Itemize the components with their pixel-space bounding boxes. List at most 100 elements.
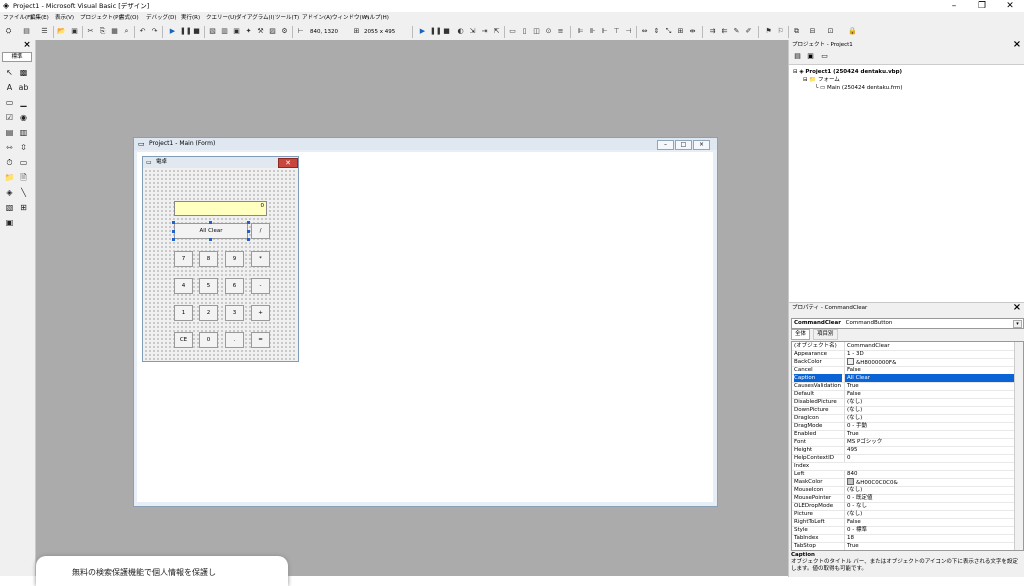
align-center-icon[interactable]: ⊪ [588,27,597,36]
forms-folder-node[interactable]: ⊟ 📁 フォーム [803,76,840,84]
textbox-icon[interactable]: ab [18,82,29,93]
property-value[interactable]: True [844,542,1015,550]
pointer-icon[interactable]: ↖ [4,67,15,78]
center-dropdown-icon[interactable]: ⊡ [826,27,835,36]
tab-alphabetic[interactable]: 全体 [791,329,811,340]
calc-close-icon[interactable]: ✕ [278,158,298,168]
seven-button[interactable]: 7 [174,251,193,267]
property-row[interactable]: TabStop True [792,542,1015,550]
menu-debug[interactable]: デバッグ(D) [146,14,177,22]
watch-icon[interactable]: ◫ [532,27,541,36]
start-icon[interactable]: ▶ [168,27,177,36]
nine-button[interactable]: 9 [225,251,244,267]
property-value[interactable]: (なし) [844,398,1015,406]
minus-button[interactable]: - [251,278,270,294]
property-value[interactable]: (なし) [844,414,1015,422]
menu-diagram[interactable]: ダイアグラム(I) [236,14,274,22]
properties-close-icon[interactable]: × [1012,303,1022,313]
menu-addins[interactable]: アドイン(A) [302,14,332,22]
break-icon[interactable]: ❚❚ [180,27,192,36]
paste-icon[interactable]: ▦ [110,27,119,36]
find-icon[interactable]: ⌕ [122,27,131,36]
menu-project[interactable]: プロジェクト(P) [80,14,121,22]
listbox-icon[interactable]: ▥ [18,127,29,138]
divide-button[interactable]: / [251,223,270,239]
uncomment-icon[interactable]: ✐ [744,27,753,36]
calculator-form[interactable]: ▭ 電卓 ✕ 0 All Clear / 7 8 9 * 4 5 6 - 1 2… [142,156,299,362]
property-value[interactable]: 0 - 標準 [844,526,1015,534]
undo-icon[interactable]: ↶ [138,27,147,36]
toggle-breakpoint-icon[interactable]: ◐ [456,27,465,36]
notification-popup[interactable]: 無料の検索保護機能で個人情報を保護し [36,556,288,586]
align-dropdown-icon[interactable]: ⊟ [808,27,817,36]
four-button[interactable]: 4 [174,278,193,294]
menu-query[interactable]: クエリー(U) [206,14,236,22]
combobox-icon[interactable]: ▤ [4,127,15,138]
property-value[interactable]: MS Pゴシック [844,438,1015,446]
menu-format[interactable]: 書式(O) [119,14,139,22]
property-value[interactable]: 1 - 3D [844,350,1015,358]
menu-run[interactable]: 実行(R) [181,14,200,22]
lock-controls-icon[interactable]: 🔒 [848,27,857,36]
same-size-icon[interactable]: ⤡ [664,27,673,36]
shape-icon[interactable]: ◈ [4,187,15,198]
immediate-icon[interactable]: ▯ [520,27,529,36]
debug-end-icon[interactable]: ■ [442,27,451,36]
ole-icon[interactable]: ▣ [4,217,15,228]
project-node[interactable]: ⊟ ◈ Project1 (250424 dentaku.vbp) [793,68,902,76]
property-value[interactable]: CommandClear [844,342,1015,350]
timer-icon[interactable]: ⏱ [4,157,15,168]
component-manager-icon[interactable]: ⚙ [280,27,289,36]
designer-maximize-icon[interactable]: □ [675,140,692,150]
grid-align-icon[interactable]: ⊞ [676,27,685,36]
dot-button[interactable]: . [225,332,244,348]
project-explorer-icon[interactable]: ▧ [208,27,217,36]
property-value[interactable]: 495 [844,446,1015,454]
object-selector[interactable]: CommandClear CommandButton ▾ [791,318,1024,329]
toggle-folders-icon[interactable]: ▭ [820,52,829,61]
end-icon[interactable]: ■ [192,27,201,36]
property-value[interactable]: 0 - なし [844,502,1015,510]
step-into-icon[interactable]: ⇲ [468,27,477,36]
image-icon[interactable]: ▧ [4,202,15,213]
debug-break-icon[interactable]: ❚❚ [430,27,442,36]
bookmark-icon[interactable]: ⚑ [764,27,773,36]
save-icon[interactable]: ▣ [70,27,79,36]
next-bookmark-icon[interactable]: ⚐ [776,27,785,36]
align-left-icon[interactable]: ⊫ [576,27,585,36]
ce-button[interactable]: CE [174,332,193,348]
property-value[interactable]: True [844,430,1015,438]
form-grid[interactable]: 0 All Clear / 7 8 9 * 4 5 6 - 1 2 3 + CE… [144,169,297,360]
align-middle-icon[interactable]: ⊣ [624,27,633,36]
copy-icon[interactable]: ⎘ [98,27,107,36]
property-value[interactable]: All Clear [844,374,1015,382]
property-grid-scrollbar[interactable] [1014,342,1023,550]
checkbox-icon[interactable]: ☑ [4,112,15,123]
menu-edit[interactable]: 編集(E) [30,14,49,22]
property-value[interactable]: False [844,518,1015,526]
all-clear-button[interactable]: All Clear [174,223,248,239]
property-value[interactable]: 840 [844,470,1015,478]
view-object-icon[interactable]: ▣ [806,52,815,61]
vscrollbar-icon[interactable]: ⇳ [18,142,29,153]
three-button[interactable]: 3 [225,305,244,321]
form-layout-icon[interactable]: ▣ [232,27,241,36]
menu-editor-icon[interactable]: ☰ [40,27,49,36]
align-top-icon[interactable]: ⊤ [612,27,621,36]
object-browser-icon[interactable]: ✦ [244,27,253,36]
view-code-icon[interactable]: ▤ [793,52,802,61]
indent-icon[interactable]: ⇉ [708,27,717,36]
form-designer-window[interactable]: ▭ Project1 - Main (Form) – □ × ▭ 電卓 ✕ 0 … [133,137,718,507]
frame-icon[interactable]: ▭ [4,97,15,108]
commandbutton-icon[interactable]: ▁ [18,97,29,108]
add-project-icon[interactable]: ⛭ [4,27,13,36]
property-value[interactable]: (なし) [844,486,1015,494]
h-spacing-icon[interactable]: ⇹ [688,27,697,36]
designer-close-icon[interactable]: × [693,140,710,150]
toolbox-tab-general[interactable]: 標準 [2,52,32,62]
zero-button[interactable]: 0 [199,332,218,348]
form-node[interactable]: └ ▭ Main (250424 dentaku.frm) [815,84,903,92]
one-button[interactable]: 1 [174,305,193,321]
drivelistbox-icon[interactable]: ▭ [18,157,29,168]
call-stack-icon[interactable]: ≡ [556,27,565,36]
